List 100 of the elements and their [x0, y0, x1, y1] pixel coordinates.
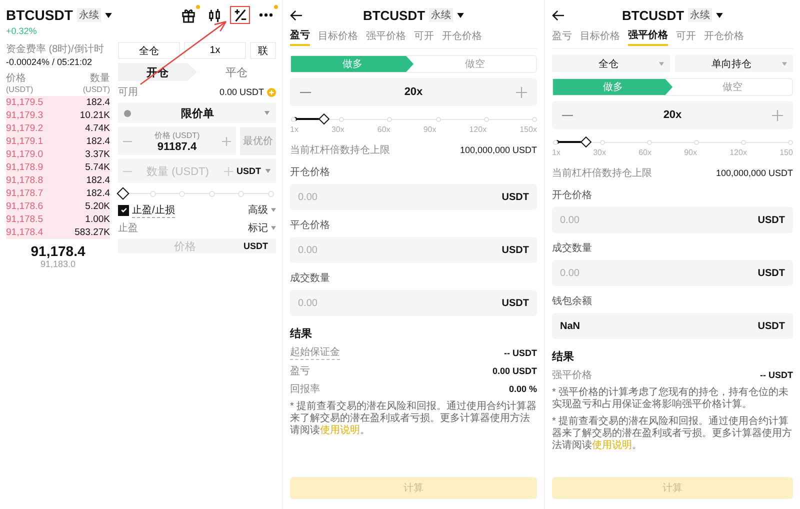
- notification-dot: [274, 5, 278, 9]
- dropdown-select[interactable]: 全仓: [552, 55, 670, 72]
- order-tab[interactable]: 平仓: [197, 63, 276, 81]
- dropdown-select[interactable]: 单向持仓: [675, 55, 793, 72]
- last-price: 91,178.4: [30, 243, 86, 259]
- calculator-tab[interactable]: 目标价格: [580, 29, 620, 45]
- ask-price[interactable]: 91,178.4: [6, 227, 43, 238]
- side-toggle[interactable]: 做多: [291, 56, 414, 72]
- amount-slider[interactable]: [118, 187, 276, 199]
- ask-price[interactable]: 91,179.3: [6, 110, 43, 121]
- calculator-tab[interactable]: 强平价格: [366, 29, 406, 45]
- trigger-dropdown[interactable]: 标记: [248, 221, 268, 235]
- result-value: -- USDT: [760, 370, 793, 380]
- back-icon[interactable]: [552, 10, 565, 20]
- instructions-link[interactable]: 使用说明: [320, 425, 360, 436]
- mode-button[interactable]: 全仓: [118, 42, 180, 59]
- ask-price[interactable]: 91,178.9: [6, 162, 43, 173]
- input-field[interactable]: NaN USDT: [552, 313, 793, 339]
- calculator-tab[interactable]: 盈亏: [552, 29, 572, 45]
- field-label: 成交数量: [552, 242, 593, 255]
- symbol-title[interactable]: BTCUSDT: [6, 7, 73, 23]
- leverage-slider[interactable]: [290, 114, 537, 124]
- side-toggle[interactable]: 做多: [553, 79, 672, 95]
- result-value: -- USDT: [504, 348, 537, 358]
- instructions-link[interactable]: 使用说明: [592, 440, 632, 451]
- field-label: 开仓价格: [552, 188, 593, 202]
- result-label: 起始保证金: [290, 345, 340, 360]
- result-label: 盈亏: [290, 365, 310, 378]
- leverage-tick: 60x: [638, 148, 652, 157]
- symbol-title[interactable]: BTCUSDT: [362, 8, 426, 22]
- side-toggle[interactable]: 做空: [414, 56, 536, 72]
- caret-icon[interactable]: [457, 12, 464, 18]
- advanced-dropdown[interactable]: 高级: [248, 203, 268, 217]
- take-profit-field[interactable]: 价格 USDT: [118, 239, 276, 253]
- results-heading: 结果: [552, 350, 575, 364]
- plus-icon[interactable]: [222, 136, 231, 146]
- calculator-tab[interactable]: 盈亏: [290, 28, 310, 46]
- input-field[interactable]: 0.00 USDT: [552, 260, 793, 286]
- calculator-tab[interactable]: 开仓价格: [442, 29, 482, 45]
- side-toggle[interactable]: 做空: [672, 79, 792, 95]
- gift-icon: [180, 8, 196, 22]
- ask-amount: 4.74K: [85, 123, 110, 134]
- input-field[interactable]: 0.00 USDT: [290, 184, 537, 210]
- calculator-tab[interactable]: 强平价格: [628, 28, 668, 46]
- calculator-tab[interactable]: 可开: [414, 29, 434, 45]
- mode-button[interactable]: 1x: [184, 42, 246, 59]
- ask-price[interactable]: 91,178.8: [6, 175, 43, 186]
- input-field[interactable]: 0.00 USDT: [290, 290, 537, 316]
- ask-amount: 10.21K: [80, 110, 110, 121]
- take-profit-label: 止盈: [118, 222, 138, 235]
- caret-icon: [782, 62, 787, 66]
- ask-price[interactable]: 91,179.2: [6, 123, 43, 134]
- limit-label: 当前杠杆倍数持仓上限: [552, 166, 652, 180]
- mode-button[interactable]: 联: [250, 42, 276, 59]
- notification-dot: [196, 5, 200, 9]
- leverage-tick: 90x: [684, 148, 697, 157]
- back-icon[interactable]: [290, 10, 303, 20]
- note-text: * 提前查看交易的潜在风险和回报。通过使用合约计算器来了解交易的潜在盈利或者亏损。更多计算器使用方法请阅读使用说明。: [290, 401, 537, 437]
- add-funds-icon[interactable]: [267, 88, 276, 96]
- tpsl-label[interactable]: 止盈/止损: [132, 202, 175, 218]
- ask-price[interactable]: 91,179.1: [6, 136, 43, 147]
- leverage-tick: 60x: [377, 125, 390, 134]
- ask-price[interactable]: 91,178.5: [6, 214, 43, 225]
- checkbox[interactable]: [118, 204, 129, 216]
- ask-amount: 5.74K: [85, 162, 110, 173]
- ask-price[interactable]: 91,178.6: [6, 201, 43, 212]
- calculator-tab[interactable]: 可开: [676, 29, 696, 45]
- funding-label: 资金费率 (8时)/倒计时: [6, 42, 105, 56]
- calculator-tab[interactable]: 开仓价格: [704, 29, 744, 45]
- funding-value: -0.00024% / 05:21:02: [6, 57, 94, 67]
- leverage-slider[interactable]: [552, 137, 793, 147]
- field-value: 91187.4: [157, 140, 197, 152]
- ask-price[interactable]: 91,179.5: [6, 97, 43, 108]
- column-header: 价格: [6, 72, 27, 85]
- leverage-field[interactable]: 20x: [290, 78, 537, 106]
- best-price-button[interactable]: 最优价: [240, 127, 276, 155]
- symbol-title[interactable]: BTCUSDT: [622, 8, 684, 22]
- field-label: 钱包余额: [552, 294, 593, 308]
- leverage-tick: 90x: [423, 125, 436, 134]
- limit-value: 100,000,000 USDT: [460, 145, 537, 155]
- plus-icon[interactable]: [772, 110, 783, 120]
- plus-minus-icon: [232, 8, 248, 22]
- calculator-tab[interactable]: 目标价格: [318, 29, 358, 45]
- mark-price: 91,183.0: [39, 259, 77, 269]
- caret-icon[interactable]: [716, 12, 724, 18]
- input-field[interactable]: 0.00 USDT: [290, 237, 537, 263]
- ask-amount: 182.4: [86, 188, 110, 199]
- price-field[interactable]: 价格 (USDT) 91187.4: [118, 127, 236, 155]
- caret-icon[interactable]: [104, 12, 112, 18]
- leverage-tick: 120x: [730, 148, 747, 157]
- ask-price[interactable]: 91,178.7: [6, 188, 43, 199]
- order-type-select[interactable]: 限价单: [118, 103, 276, 123]
- leverage-field[interactable]: 20x: [552, 101, 793, 129]
- limit-label: 当前杠杆倍数持仓上限: [290, 144, 390, 157]
- toolbar-button[interactable]: [230, 6, 250, 24]
- ask-price[interactable]: 91,179.0: [6, 149, 43, 160]
- plus-icon[interactable]: [516, 86, 527, 98]
- available-label: 可用: [118, 86, 138, 99]
- ask-amount: 182.4: [86, 175, 110, 186]
- input-field[interactable]: 0.00 USDT: [552, 207, 793, 233]
